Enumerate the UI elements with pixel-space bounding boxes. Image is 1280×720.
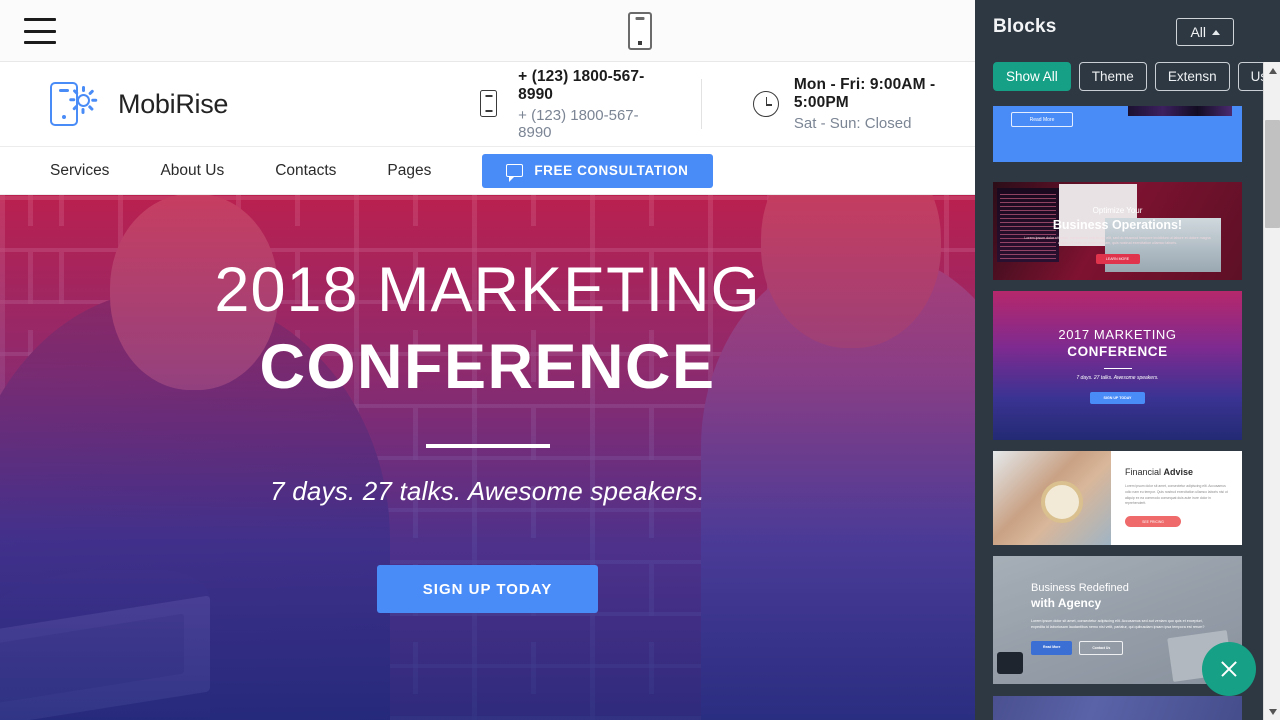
clock-icon: [752, 90, 780, 118]
hero-content: 2018 MARKETING CONFERENCE 7 days. 27 tal…: [0, 195, 975, 720]
block-thumbnail[interactable]: Financial Advise Lorem ipsum dolor sit a…: [993, 451, 1242, 545]
block-3-divider: [1103, 368, 1132, 369]
phone-secondary: + (123) 1800-567-8990: [518, 106, 639, 141]
filter-button-group: Show All Theme Extensn User: [993, 62, 1280, 91]
brand[interactable]: MobiRise: [50, 78, 228, 130]
hamburger-line: [24, 18, 56, 21]
hero-divider: [425, 444, 550, 449]
block-3-title-line1: 2017 MARKETING: [1058, 327, 1177, 342]
caret-up-icon: [1212, 29, 1220, 35]
block-5-primary-button: Read More: [1031, 640, 1073, 655]
hero-title-line2: CONFERENCE: [259, 331, 716, 402]
sign-up-today-button[interactable]: SIGN UP TODAY: [376, 565, 599, 614]
filter-theme[interactable]: Theme: [1078, 62, 1147, 91]
logo-sun-ray: [82, 108, 85, 114]
chat-bubble-icon: [506, 164, 524, 182]
blocks-panel: Blocks All Show All Theme Extensn User R…: [975, 0, 1280, 720]
mobile-phone-icon: [476, 90, 504, 118]
hamburger-line: [24, 41, 56, 44]
mobirise-editor-window: MobiRise + (123) 1800-567-8990 + (123) 1…: [0, 0, 1280, 720]
block-4-body: Financial Advise Lorem ipsum dolor sit a…: [1111, 451, 1242, 545]
scroll-up-arrow-icon[interactable]: [1264, 62, 1280, 79]
logo-sun-ray: [88, 89, 95, 96]
nav-link-about-us[interactable]: About Us: [160, 162, 224, 180]
block-thumbnail[interactable]: [993, 696, 1242, 720]
logo-sun-ray: [69, 98, 76, 102]
close-panel-button[interactable]: [1202, 642, 1256, 696]
logo-sun-ray: [88, 104, 95, 111]
block-1-image: [1128, 106, 1232, 116]
block-5-buttons: Read More Contact Us: [1031, 640, 1212, 655]
header-phone-block: + (123) 1800-567-8990 + (123) 1800-567-8…: [476, 68, 663, 141]
block-3-title-line2: CONFERENCE: [1067, 344, 1168, 359]
free-consultation-label: FREE CONSULTATION: [534, 163, 689, 178]
block-4-photo: [993, 451, 1111, 545]
all-filter-dropdown[interactable]: All: [1176, 18, 1234, 46]
logo-sun-ray: [91, 98, 98, 102]
free-consultation-button[interactable]: FREE CONSULTATION: [482, 153, 713, 188]
block-3-subtitle: 7 days. 27 talks. Awesome speakers.: [1076, 375, 1159, 381]
hero-section: 2018 MARKETING CONFERENCE 7 days. 27 tal…: [0, 195, 975, 720]
block-5-content: Business Redefined with Agency Lorem ips…: [1031, 582, 1212, 655]
block-5-secondary-button: Contact Us: [1079, 640, 1124, 655]
hamburger-line: [24, 29, 56, 33]
block-thumbnail[interactable]: Read More: [993, 106, 1242, 162]
block-5-title-line2: with Agency: [1031, 596, 1102, 610]
nav-link-pages[interactable]: Pages: [387, 162, 431, 180]
hamburger-menu-icon[interactable]: [24, 18, 56, 44]
block-4-button: SEE PRICING: [1125, 516, 1181, 528]
brand-name: MobiRise: [118, 88, 229, 119]
filter-extension[interactable]: Extensn: [1154, 62, 1230, 91]
block-thumbnail[interactable]: 2017 MARKETING CONFERENCE 7 days. 27 tal…: [993, 291, 1242, 440]
block-2-button: LEARN MORE: [1095, 254, 1140, 264]
hours-primary: Mon - Fri: 9:00AM - 5:00PM: [793, 76, 936, 111]
blocks-list: Read More Optimize Your Business Operati…: [975, 106, 1256, 720]
blocks-panel-header: Blocks All Show All Theme Extensn User: [975, 0, 1280, 106]
phone-primary: + (123) 1800-567-8990: [518, 67, 645, 103]
block-2-text: Lorem ipsum dolor sit amet, consectetur …: [1024, 236, 1211, 246]
nav-link-contacts[interactable]: Contacts: [275, 162, 336, 180]
phone-sun-logo-icon: [50, 78, 106, 130]
block-4-title-regular: Financial: [1125, 467, 1164, 477]
block-thumbnail[interactable]: Optimize Your Business Operations! Lorem…: [993, 182, 1242, 280]
scrollbar-thumb[interactable]: [1265, 120, 1280, 228]
site-navigation: Services About Us Contacts Pages FREE CO…: [0, 147, 975, 195]
mobile-device-icon[interactable]: [628, 12, 652, 50]
logo-sun-ray: [82, 86, 85, 92]
block-3-button: SIGN UP TODAY: [1089, 392, 1146, 404]
scroll-down-arrow-icon[interactable]: [1264, 703, 1280, 720]
close-x-icon: [1219, 659, 1239, 679]
hero-title-line1: 2018 MARKETING: [214, 255, 761, 325]
block-5-text: Lorem ipsum dolor sit amet, consectetur …: [1031, 619, 1205, 630]
block-4-text: Lorem ipsum dolor sit amet, consectetur …: [1125, 484, 1228, 506]
header-hours-block: Mon - Fri: 9:00AM - 5:00PM Sat - Sun: Cl…: [700, 76, 975, 132]
hero-subtitle: 7 days. 27 talks. Awesome speakers.: [270, 476, 705, 507]
website-preview: MobiRise + (123) 1800-567-8990 + (123) 1…: [0, 62, 975, 720]
hours-secondary: Sat - Sun: Closed: [793, 115, 912, 132]
all-filter-label: All: [1190, 24, 1206, 40]
nav-link-services[interactable]: Services: [50, 162, 109, 180]
site-header: MobiRise + (123) 1800-567-8990 + (123) 1…: [0, 62, 975, 147]
block-2-title: Business Operations!: [1052, 218, 1183, 232]
editor-toolbar: [0, 0, 975, 62]
block-3-content: 2017 MARKETING CONFERENCE 7 days. 27 tal…: [993, 291, 1242, 440]
block-1-button: Read More: [1011, 112, 1073, 127]
block-5-title-line1: Business Redefined: [1031, 582, 1129, 594]
blocks-panel-scrollbar[interactable]: [1263, 62, 1280, 720]
block-4-title-bold: Advise: [1163, 467, 1194, 477]
block-2-eyebrow: Optimize Your: [1092, 206, 1143, 215]
filter-show-all[interactable]: Show All: [993, 62, 1071, 91]
block-4-title: Financial Advise: [1125, 467, 1230, 477]
